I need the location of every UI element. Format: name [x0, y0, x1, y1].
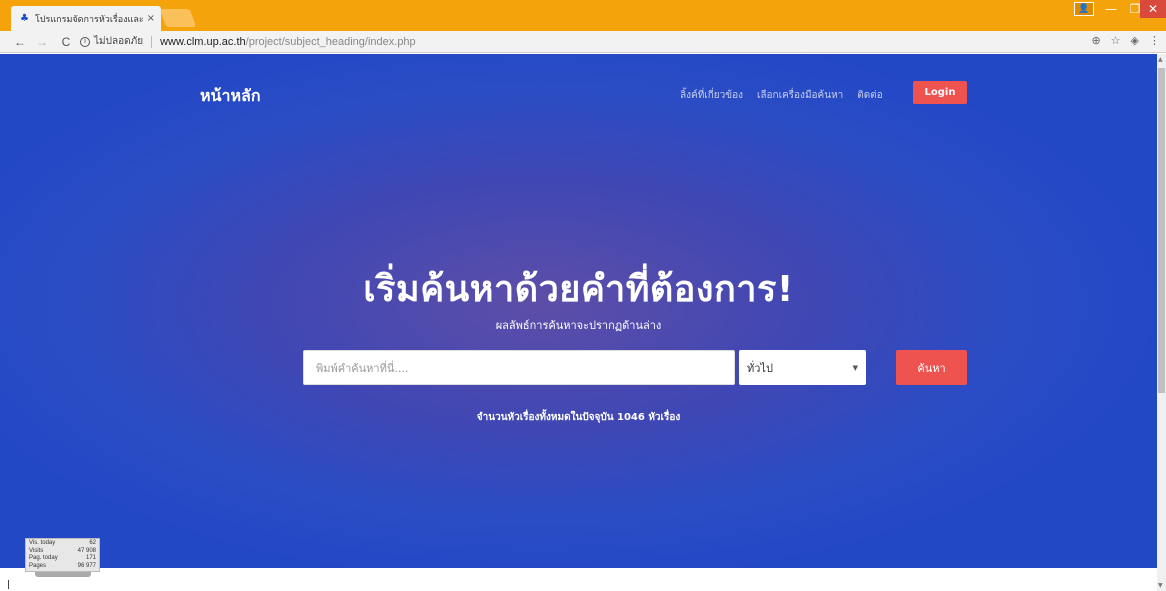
profile-icon[interactable]: 👤 [1074, 2, 1094, 16]
reload-icon[interactable]: C [58, 35, 74, 49]
visitor-counter[interactable]: Vis. today 62 Visits 47 908 Pag. today 171 … [25, 538, 100, 572]
url-field[interactable]: www.clm.up.ac.th/project/subject_heading… [160, 36, 416, 48]
minimize-icon[interactable]: — [1098, 0, 1124, 18]
scroll-down-icon[interactable]: ▼ [1158, 582, 1163, 589]
url-domain: www.clm.up.ac.th [160, 35, 246, 48]
page-scrollbar[interactable]: ▲ ▼ [1157, 54, 1166, 591]
brand-home-link[interactable]: หน้าหลัก [200, 84, 261, 109]
divider [151, 35, 153, 48]
tab-title: โปรแกรมจัดการหัวเรื่องและห... [35, 13, 143, 24]
address-bar-actions: ⊕ ☆ ◈ ⋮ [1091, 34, 1160, 47]
menu-icon[interactable]: ⋮ [1149, 34, 1160, 47]
site-favicon-icon: ♣ [20, 13, 29, 24]
browser-titlebar: ♣ โปรแกรมจัดการหัวเรื่องและห... × 👤 — ❐ … [0, 0, 1166, 31]
counter-value: 171 [85, 555, 96, 561]
bookmark-star-icon[interactable]: ☆ [1111, 34, 1121, 47]
search-button[interactable]: ค้นหา [896, 350, 967, 385]
heading-count-text: จำนวนหัวเรื่องทั้งหมดในปัจจุบัน 1046 หัว… [476, 412, 681, 423]
text-cursor [8, 580, 9, 589]
info-icon: i [80, 36, 90, 47]
security-label: ไม่ปลอดภัย [94, 36, 144, 47]
address-bar: ← → C i ไม่ปลอดภัย www.clm.up.ac.th/proj… [0, 31, 1166, 53]
counter-row: Pages 96 977 [29, 563, 96, 571]
hero-section: หน้าหลัก ลิ้งค์ที่เกี่ยวข้อง เลือกเครื่อ… [0, 54, 1157, 568]
counter-value: 62 [89, 540, 96, 546]
browser-tab[interactable]: ♣ โปรแกรมจัดการหัวเรื่องและห... × [11, 6, 161, 31]
search-category-value: ทั่วไป [747, 361, 773, 375]
counter-row: Visits 47 908 [29, 548, 96, 556]
counter-label: Pages [29, 562, 47, 569]
page-subheading: ผลลัพธ์การค้นหาจะปรากฏด้านล่าง [495, 319, 662, 332]
counter-value: 96 977 [77, 562, 96, 569]
counter-label: Pag. today [29, 555, 58, 561]
counter-label: Visits [29, 547, 44, 554]
counter-row: Vis. today 62 [29, 540, 96, 548]
chevron-down-icon: ▼ [852, 363, 858, 372]
page-headline: เริ่มค้นหาด้วยคำที่ต้องการ! [363, 269, 794, 310]
nav-link-search-tools[interactable]: เลือกเครื่องมือค้นหา [757, 88, 843, 103]
security-indicator[interactable]: i ไม่ปลอดภัย [80, 34, 143, 49]
search-category-select[interactable]: ทั่วไป ▼ [739, 350, 866, 385]
new-tab-button[interactable] [159, 9, 197, 27]
scroll-up-icon[interactable]: ▲ [1158, 56, 1163, 63]
back-icon[interactable]: ← [12, 35, 28, 49]
url-path: /project/subject_heading/index.php [245, 35, 416, 48]
nav-link-contact[interactable]: ติดต่อ [857, 88, 883, 103]
nav-links: ลิ้งค์ที่เกี่ยวข้อง เลือกเครื่องมือค้นหา… [680, 88, 883, 103]
counter-tab [35, 572, 91, 577]
login-button[interactable]: Login [913, 81, 967, 104]
counter-row: Pag. today 171 [29, 555, 96, 563]
extension-icon[interactable]: ◈ [1131, 34, 1139, 47]
counter-label: Vis. today [29, 540, 56, 546]
close-window-icon[interactable]: ✕ [1140, 0, 1166, 18]
search-input[interactable]: พิมพ์คำค้นหาที่นี่.... [303, 350, 735, 385]
counter-value: 47 908 [77, 547, 96, 554]
nav-link-related[interactable]: ลิ้งค์ที่เกี่ยวข้อง [680, 88, 743, 103]
scrollbar-thumb[interactable] [1158, 68, 1165, 393]
tab-close-icon[interactable]: × [147, 13, 155, 24]
forward-icon[interactable]: → [34, 35, 50, 49]
zoom-icon[interactable]: ⊕ [1091, 34, 1100, 47]
